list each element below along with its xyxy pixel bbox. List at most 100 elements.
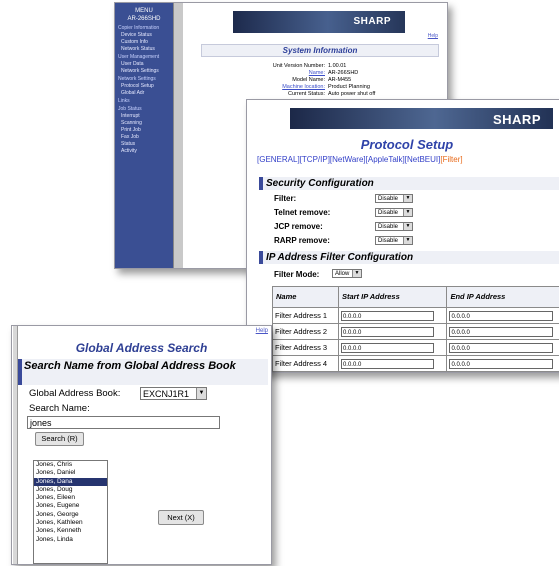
rarp-remove-select[interactable]: Disable ▼ [375, 236, 413, 245]
column-header-name: Name [272, 286, 339, 308]
filter-mode-label: Filter Mode: [274, 270, 320, 279]
chevron-down-icon: ▼ [403, 223, 412, 230]
list-item[interactable]: Jones, Kenneth [34, 527, 107, 535]
page-title: Protocol Setup [360, 137, 454, 152]
info-row: Name: AR-266SHD [308, 70, 359, 76]
page-title: Global Address Search [75, 341, 208, 355]
info-row: Machine location: Product Planning [282, 84, 370, 90]
global-address-search-window: Help Global Address Search Search Name f… [11, 325, 272, 565]
sidebar-item[interactable]: Status [115, 140, 173, 147]
jcp-remove-select[interactable]: Disable ▼ [375, 222, 413, 231]
list-item[interactable]: Jones, Doug [34, 486, 107, 494]
table-row: Filter Address 3 0.0.0.0 0.0.0.0 [272, 339, 559, 356]
menu-title: MENU AR-266SHD [127, 8, 161, 22]
chevron-down-icon: ▼ [196, 388, 206, 399]
address-book-select[interactable]: EXCNJ1R1 ▼ [140, 387, 207, 400]
protocol-tabs: [GENERAL][TCP/IP][NetWare][AppleTalk][Ne… [257, 155, 463, 164]
info-row: Unit Version Number: 1.00.01 [272, 63, 347, 69]
start-ip-input[interactable]: 0.0.0.0 [340, 326, 435, 337]
brand-logo: SHARP [492, 112, 541, 127]
end-ip-input[interactable]: 0.0.0.0 [449, 310, 553, 321]
tab-general[interactable]: [GENERAL] [257, 155, 300, 164]
filter-mode-select[interactable]: Allow ▼ [332, 269, 362, 278]
search-name-label: Search Name: [29, 403, 90, 414]
help-link[interactable]: Help [428, 33, 438, 39]
chevron-down-icon: ▼ [352, 270, 361, 277]
column-header-end-ip: End IP Address [446, 286, 559, 308]
list-item[interactable]: Jones, Eileen [34, 494, 107, 502]
filter-select[interactable]: Disable ▼ [375, 194, 413, 203]
sidebar-scrollbar[interactable] [173, 3, 183, 268]
table-row: Filter Address 1 0.0.0.0 0.0.0.0 [272, 307, 559, 324]
end-ip-input[interactable]: 0.0.0.0 [449, 326, 553, 337]
address-book-label: Global Address Book: [29, 388, 121, 399]
search-name-input[interactable]: jones [27, 416, 220, 429]
list-item[interactable]: Jones, Linda [34, 536, 107, 544]
sidebar-section-title: Copier Information [118, 25, 160, 31]
system-info-list: Unit Version Number: 1.00.01 Name: AR-266S… [235, 63, 415, 98]
search-button[interactable]: Search (R) [35, 432, 84, 446]
sidebar-item[interactable]: Global Adr [115, 89, 173, 96]
sidebar-item[interactable]: Scanning [115, 119, 173, 126]
rarp-remove-label: RARP remove: [274, 236, 330, 245]
list-item[interactable]: Jones, Kathleen [34, 519, 107, 527]
list-item[interactable]: Jones, Chris [34, 461, 107, 469]
sidebar-item[interactable]: Protocol Setup [115, 82, 173, 89]
sidebar-section-title: Job Status [118, 106, 142, 112]
column-header-start-ip: Start IP Address [337, 286, 448, 308]
list-item[interactable]: Jones, Eugene [34, 502, 107, 510]
tab-filter[interactable]: [Filter] [440, 155, 462, 164]
telnet-remove-label: Telnet remove: [274, 208, 331, 217]
sidebar-item[interactable]: User Data [115, 60, 173, 67]
chevron-down-icon: ▼ [403, 195, 412, 202]
sidebar-section-title: Links [118, 98, 130, 104]
sidebar-item[interactable]: Network Settings [115, 67, 173, 74]
sidebar-item[interactable]: Activity [115, 147, 173, 154]
list-item[interactable]: Jones, Daniel [34, 469, 107, 477]
ip-filter-config-heading: IP Address Filter Configuration [259, 251, 559, 264]
tab-netbeui[interactable]: [NetBEUI] [405, 155, 441, 164]
sidebar-item[interactable]: Custom Info [115, 38, 173, 45]
sidebar-item[interactable]: Fax Job [115, 133, 173, 140]
table-row: Filter Address 2 0.0.0.0 0.0.0.0 [272, 323, 559, 340]
sidebar-section-title: Network Settings [118, 76, 156, 82]
brand-banner: SHARP [233, 11, 405, 33]
menu-sections: Copier Information Device Status Custom In… [115, 23, 173, 154]
page-title: System Information [201, 44, 439, 57]
list-item[interactable]: Jones, Dana [34, 477, 107, 486]
protocol-setup-window: SHARP Protocol Setup [GENERAL][TCP/IP][N… [246, 99, 559, 373]
sidebar-item[interactable]: Print Job [115, 126, 173, 133]
list-item[interactable]: Jones, George [34, 511, 107, 519]
chevron-down-icon: ▼ [403, 237, 412, 244]
sidebar-item[interactable]: Device Status [115, 31, 173, 38]
start-ip-input[interactable]: 0.0.0.0 [340, 310, 435, 321]
sidebar-item[interactable]: Network Status [115, 45, 173, 52]
jcp-remove-label: JCP remove: [274, 222, 323, 231]
ip-filter-table: Name Start IP Address End IP Address Fil… [272, 286, 559, 372]
filter-name-cell: Filter Address 4 [272, 355, 339, 372]
end-ip-input[interactable]: 0.0.0.0 [449, 342, 553, 353]
filter-name-cell: Filter Address 3 [272, 339, 339, 356]
filter-name-cell: Filter Address 1 [272, 307, 339, 324]
help-link[interactable]: Help [256, 328, 268, 334]
tab-appletalk[interactable]: [AppleTalk] [366, 155, 405, 164]
start-ip-input[interactable]: 0.0.0.0 [340, 342, 435, 353]
menu-sidebar: MENU AR-266SHD Copier Information Device … [115, 3, 173, 268]
telnet-remove-select[interactable]: Disable ▼ [375, 208, 413, 217]
sidebar-item[interactable]: Interrupt [115, 112, 173, 119]
chevron-down-icon: ▼ [403, 209, 412, 216]
table-header-row: Name Start IP Address End IP Address [272, 286, 559, 308]
brand-banner: SHARP [290, 108, 553, 129]
next-button[interactable]: Next (X) [158, 510, 204, 525]
brand-logo: SHARP [353, 16, 391, 27]
table-row: Filter Address 4 0.0.0.0 0.0.0.0 [272, 355, 559, 372]
end-ip-input[interactable]: 0.0.0.0 [449, 358, 553, 369]
search-results-list[interactable]: Jones, Chris Jones, Daniel Jones, Dana Jone… [33, 460, 108, 564]
start-ip-input[interactable]: 0.0.0.0 [340, 358, 435, 369]
search-section-heading: Search Name from Global Address Book [18, 359, 268, 385]
tab-netware[interactable]: [NetWare] [330, 155, 366, 164]
filter-name-cell: Filter Address 2 [272, 323, 339, 340]
filter-label: Filter: [274, 194, 297, 203]
info-row: Model Name: AR-M455 [292, 77, 352, 83]
tab-tcpip[interactable]: [TCP/IP] [300, 155, 330, 164]
